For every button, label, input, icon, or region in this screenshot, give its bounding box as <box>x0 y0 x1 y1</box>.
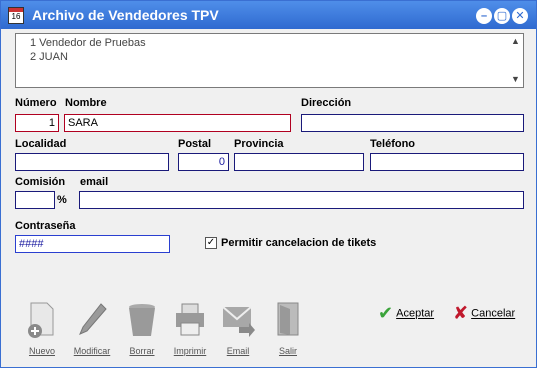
scroll-up-icon[interactable]: ▲ <box>511 36 520 46</box>
numero-label: Número <box>15 97 57 109</box>
scroll-down-icon[interactable]: ▼ <box>511 74 520 84</box>
imprimir-label: Imprimir <box>173 346 207 356</box>
check-icon: ✔ <box>378 303 394 323</box>
cancelar-button[interactable]: ✘ Cancelar <box>453 303 515 324</box>
email-field[interactable] <box>79 191 524 209</box>
printer-icon <box>176 303 204 336</box>
imprimir-button[interactable]: Imprimir <box>168 301 212 356</box>
email-icon <box>222 306 255 337</box>
postal-label: Postal <box>178 138 212 150</box>
comision-field[interactable] <box>15 191 55 209</box>
salir-button[interactable]: Salir <box>266 301 310 356</box>
comision-label: Comisión <box>15 176 66 188</box>
maximize-button[interactable]: ▢ <box>494 8 510 24</box>
exit-door-icon <box>277 302 299 336</box>
cancel-x-icon: ✘ <box>453 303 469 323</box>
close-button[interactable]: ✕ <box>512 8 528 24</box>
direccion-label: Dirección <box>301 97 352 109</box>
modificar-button[interactable]: Modificar <box>70 301 114 356</box>
aceptar-label: Aceptar <box>396 307 435 320</box>
salir-label: Salir <box>278 346 297 356</box>
telefono-label: Teléfono <box>370 138 416 150</box>
nuevo-button[interactable]: Nuevo <box>20 301 64 356</box>
percent-label: % <box>57 194 67 206</box>
aceptar-button[interactable]: ✔ Aceptar <box>378 303 434 324</box>
pen-icon <box>79 303 107 335</box>
minimize-button[interactable]: – <box>476 8 492 24</box>
window-title: Archivo de Vendedores TPV <box>32 7 219 23</box>
borrar-button[interactable]: Borrar <box>120 301 164 356</box>
cancel-tickets-checkbox[interactable]: ✓ <box>205 237 217 249</box>
nombre-label: Nombre <box>65 97 107 109</box>
localidad-field[interactable] <box>15 153 169 171</box>
nuevo-label: Nuevo <box>28 346 55 356</box>
email-button-label: Email <box>226 346 250 356</box>
email-button[interactable]: Email <box>216 301 260 356</box>
postal-field[interactable]: 0 <box>178 153 229 171</box>
vendedores-list[interactable]: 1 Vendedor de Pruebas 2 JUAN ▲ ▼ <box>15 33 524 88</box>
list-scrollbar[interactable]: ▲ ▼ <box>509 34 523 87</box>
modificar-label: Modificar <box>73 346 111 356</box>
title-bar[interactable]: 16 Archivo de Vendedores TPV – ▢ ✕ <box>1 1 536 29</box>
numero-field[interactable]: 1 <box>15 114 59 132</box>
list-item[interactable]: 2 JUAN <box>30 51 68 63</box>
new-document-icon <box>28 302 54 338</box>
app-icon: 16 <box>8 7 24 24</box>
direccion-field[interactable] <box>301 114 524 132</box>
provincia-field[interactable] <box>234 153 364 171</box>
email-label: email <box>80 176 109 188</box>
contrasena-label: Contraseña <box>15 220 76 232</box>
telefono-field[interactable] <box>370 153 524 171</box>
cancelar-label: Cancelar <box>471 307 516 320</box>
borrar-label: Borrar <box>129 346 155 356</box>
nombre-field[interactable]: SARA <box>64 114 291 132</box>
provincia-label: Provincia <box>234 138 284 150</box>
localidad-label: Localidad <box>15 138 67 150</box>
trash-icon <box>129 304 155 336</box>
window: 16 Archivo de Vendedores TPV – ▢ ✕ 1 Ven… <box>0 0 537 368</box>
cancel-tickets-label[interactable]: Permitir cancelacion de tikets <box>221 237 376 249</box>
password-field[interactable]: #### <box>15 235 170 253</box>
list-item[interactable]: 1 Vendedor de Pruebas <box>30 37 146 49</box>
